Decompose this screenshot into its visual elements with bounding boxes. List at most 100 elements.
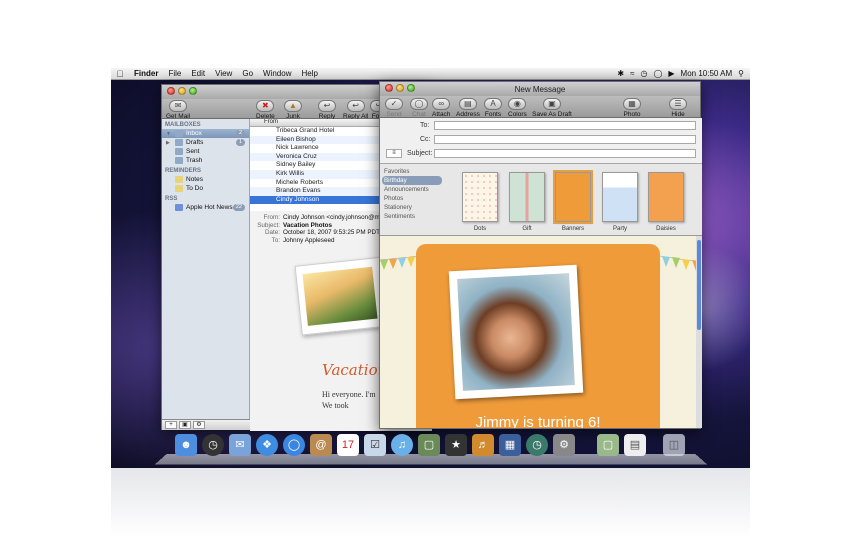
new-message-titlebar[interactable]: New Message <box>380 82 700 96</box>
chat-label: Chat <box>412 111 426 118</box>
send-button[interactable]: ✓ Send <box>385 98 403 118</box>
show-photo-icon[interactable]: ▣ <box>179 421 191 429</box>
template-banners[interactable] <box>553 170 593 224</box>
subject-label: Subject: <box>257 221 280 229</box>
menu-edit[interactable]: Edit <box>186 69 210 78</box>
time-machine-status-icon[interactable]: ◷ <box>640 69 647 78</box>
reminder-notes[interactable]: Notes <box>162 175 249 184</box>
get-mail-button[interactable]: ✉ Get Mail <box>166 100 190 120</box>
menu-window[interactable]: Window <box>258 69 296 78</box>
mailbox-inbox[interactable]: ▼ Inbox 2 <box>162 129 249 138</box>
rss-feed-icon <box>175 204 183 211</box>
clock[interactable]: Mon 10:50 AM <box>681 69 733 78</box>
menu-view[interactable]: View <box>210 69 237 78</box>
reminder-todo[interactable]: To Do <box>162 184 249 193</box>
vertical-scrollbar[interactable] <box>696 236 702 428</box>
reply-button[interactable]: ↩ Reply <box>318 100 336 120</box>
trash-icon[interactable]: ◫ <box>663 434 685 456</box>
account-menu-icon[interactable]: ≡ <box>386 149 402 158</box>
ical-icon[interactable]: 17 <box>337 434 359 456</box>
dashboard-icon[interactable]: ◷ <box>202 434 224 456</box>
bluetooth-icon[interactable]: ✱ <box>617 69 624 78</box>
close-button[interactable] <box>385 84 393 92</box>
photo-browser-icon: ▦ <box>623 98 641 110</box>
rss-label: Apple Hot News <box>186 204 233 211</box>
to-field[interactable] <box>434 121 696 130</box>
card-photo-frame[interactable] <box>448 264 584 400</box>
colors-button[interactable]: ◉ Colors <box>508 98 527 118</box>
inbox-icon <box>175 130 183 137</box>
add-mailbox-icon[interactable]: + <box>165 421 177 429</box>
system-preferences-icon[interactable]: ⚙ <box>553 434 575 456</box>
cc-field[interactable] <box>434 135 696 144</box>
category-favorites[interactable]: Favorites <box>380 167 444 176</box>
category-stationery[interactable]: Stationery <box>380 203 444 212</box>
mailbox-action-bar: + ▣ ⚙ <box>162 419 250 430</box>
action-gear-icon[interactable]: ⚙ <box>193 421 205 429</box>
minimize-button[interactable] <box>178 87 186 95</box>
safari-icon[interactable]: ❖ <box>256 434 278 456</box>
category-photos[interactable]: Photos <box>380 194 444 203</box>
template-daisies[interactable] <box>648 172 684 222</box>
rss-apple-hot-news[interactable]: Apple Hot News 22 <box>162 203 249 212</box>
notes-icon <box>175 176 183 183</box>
wifi-icon[interactable]: ≈ <box>630 69 634 78</box>
zoom-button[interactable] <box>407 84 415 92</box>
date-label: Date: <box>264 229 280 236</box>
fonts-button[interactable]: A Fonts <box>484 98 502 118</box>
zoom-button[interactable] <box>189 87 197 95</box>
mailbox-trash[interactable]: Trash <box>162 156 249 165</box>
category-birthday[interactable]: Birthday <box>382 176 442 185</box>
stationery-icon: ☰ <box>669 98 687 110</box>
address-book-icon[interactable]: @ <box>310 434 332 456</box>
address-label: Address <box>456 111 480 118</box>
itunes-icon[interactable]: ♫ <box>391 434 413 456</box>
close-button[interactable] <box>167 87 175 95</box>
scrollbar-thumb[interactable] <box>697 240 701 330</box>
template-gift[interactable] <box>509 172 545 222</box>
category-sentiments[interactable]: Sentiments <box>380 212 444 221</box>
subject-field[interactable] <box>434 149 696 158</box>
junk-button[interactable]: ▲ Junk <box>284 100 302 120</box>
menu-help[interactable]: Help <box>296 69 322 78</box>
iphoto-icon[interactable]: ▢ <box>418 434 440 456</box>
imovie-icon[interactable]: ★ <box>445 434 467 456</box>
ichat-status-icon[interactable]: ◯ <box>653 69 662 78</box>
mail-icon[interactable]: ✉ <box>229 434 251 456</box>
minimize-button[interactable] <box>396 84 404 92</box>
mailbox-drafts[interactable]: ▶ Drafts 1 <box>162 138 249 147</box>
category-announcements[interactable]: Announcements <box>380 185 444 194</box>
card-title[interactable]: Jimmy is turning 6! <box>416 414 660 428</box>
junk-icon: ▲ <box>284 100 302 112</box>
ichat-icon[interactable]: ◯ <box>283 434 305 456</box>
save-as-draft-button[interactable]: ▣ Save As Draft <box>532 98 572 118</box>
preview-icon[interactable]: ☑ <box>364 434 386 456</box>
to-value[interactable]: Johnny Appleseed <box>283 237 334 245</box>
volume-icon[interactable]: ▶ <box>668 69 674 78</box>
template-dots[interactable] <box>462 172 498 222</box>
document-icon[interactable]: ▤ <box>624 434 646 456</box>
garageband-icon[interactable]: ♬ <box>472 434 494 456</box>
chat-button[interactable]: ◯ Chat <box>410 98 428 118</box>
time-machine-icon[interactable]: ◷ <box>526 434 548 456</box>
attach-button[interactable]: ∞ Attach <box>432 98 450 118</box>
menu-file[interactable]: File <box>163 69 186 78</box>
menu-app-finder[interactable]: Finder <box>129 69 163 78</box>
disclosure-icon[interactable]: ▼ <box>166 131 171 137</box>
reply-all-button[interactable]: ↩ Reply All <box>343 100 368 120</box>
delete-button[interactable]: ✖ Delete <box>256 100 275 120</box>
mailbox-sent[interactable]: Sent <box>162 147 249 156</box>
spotlight-icon[interactable]: ⚲ <box>738 69 744 78</box>
disclosure-icon[interactable]: ▶ <box>166 140 170 146</box>
spaces-icon[interactable]: ▦ <box>499 434 521 456</box>
template-label: Gift <box>522 226 532 232</box>
photo-icon[interactable]: ▢ <box>597 434 619 456</box>
address-button[interactable]: ▤ Address <box>456 98 480 118</box>
finder-icon[interactable]: ☻ <box>175 434 197 456</box>
attach-label: Attach <box>432 111 451 118</box>
apple-menu-icon[interactable]:  <box>111 69 129 79</box>
menu-go[interactable]: Go <box>237 69 258 78</box>
from-value[interactable]: Cindy Johnson <cindy.johnson@ma <box>283 214 383 222</box>
message-body-editor[interactable]: Jimmy is turning 6! <box>380 236 702 428</box>
template-party[interactable] <box>602 172 638 222</box>
